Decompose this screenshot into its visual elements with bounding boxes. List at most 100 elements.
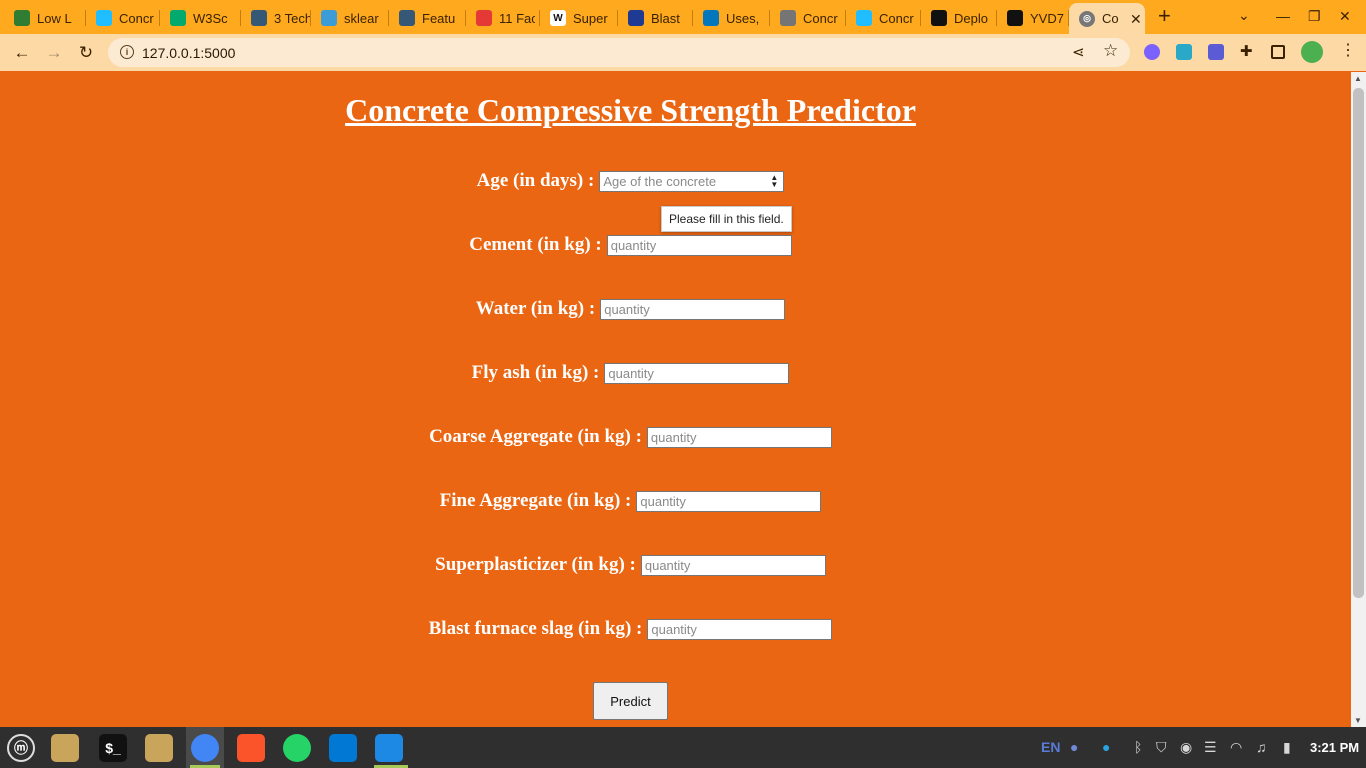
- superplasticizer-label: Superplasticizer (in kg) :: [435, 554, 636, 575]
- select-arrows-icon: ▲ ▼: [770, 172, 779, 189]
- browser-tab[interactable]: 3 Tech: [241, 6, 311, 30]
- side-panel-icon[interactable]: [1271, 45, 1285, 59]
- blast-furnace-slag-row: Blast furnace slag (in kg) :: [0, 618, 1261, 640]
- tab-title: Super: [573, 10, 608, 26]
- predict-button[interactable]: Predict: [593, 682, 668, 720]
- bookmark-star-icon[interactable]: ☆: [1103, 41, 1118, 61]
- more-menu-icon[interactable]: ⋮: [1340, 40, 1356, 59]
- language-indicator[interactable]: EN: [1041, 739, 1060, 755]
- fly-ash-label: Fly ash (in kg) :: [471, 362, 600, 383]
- browser-tab[interactable]: YVD7: [997, 6, 1069, 30]
- tab-title: 3 Tech: [274, 10, 310, 26]
- browser-tab[interactable]: W3Sc: [160, 6, 241, 30]
- clock[interactable]: 3:21 PM: [1310, 740, 1359, 755]
- tds-icon: [251, 10, 267, 26]
- globe-icon: [780, 10, 796, 26]
- browser-tab[interactable]: Concr: [86, 6, 160, 30]
- battery-icon[interactable]: ▮: [1283, 739, 1291, 756]
- water-label: Water (in kg) :: [475, 298, 596, 319]
- avatar[interactable]: [1301, 41, 1323, 63]
- wifi-icon[interactable]: ◠: [1230, 739, 1242, 756]
- tab-title: sklear: [344, 10, 379, 26]
- sklearn-icon: [321, 10, 337, 26]
- folder-icon[interactable]: [145, 734, 173, 762]
- chrome-icon[interactable]: [191, 734, 219, 762]
- bluetooth-icon[interactable]: ᛒ: [1134, 739, 1142, 755]
- scrollbar[interactable]: ▲ ▼: [1351, 72, 1366, 727]
- fine-aggregate-row: Fine Aggregate (in kg) :: [0, 490, 1261, 512]
- share-icon[interactable]: ⋖: [1072, 43, 1085, 61]
- vscode-icon[interactable]: [329, 734, 357, 762]
- superplasticizer-input[interactable]: [640, 554, 826, 576]
- intel-icon[interactable]: ◉: [1180, 739, 1192, 756]
- files-icon[interactable]: [51, 734, 79, 762]
- fine-aggregate-input[interactable]: [636, 490, 822, 512]
- age-label: Age (in days) :: [476, 170, 595, 191]
- coarse-aggregate-label: Coarse Aggregate (in kg) :: [429, 426, 642, 447]
- whatsapp-icon[interactable]: [283, 734, 311, 762]
- home-icon: [703, 10, 719, 26]
- extension-icon[interactable]: [1144, 44, 1160, 60]
- coarse-aggregate-input[interactable]: [646, 426, 832, 448]
- minimize-button[interactable]: —: [1276, 6, 1290, 26]
- scroll-up-icon[interactable]: ▲: [1354, 74, 1362, 83]
- age-row: Age (in days) : Age of the concrete ▲ ▼: [0, 170, 1261, 192]
- fly-ash-input[interactable]: [604, 362, 790, 384]
- browser-tab[interactable]: Featu: [389, 6, 466, 30]
- tab-title: Low L: [37, 10, 72, 26]
- text-editor-icon[interactable]: [375, 734, 403, 762]
- back-button[interactable]: ←: [10, 41, 34, 65]
- blast-furnace-slag-input[interactable]: [647, 618, 833, 640]
- extension-icon[interactable]: [1176, 44, 1192, 60]
- fine-aggregate-label: Fine Aggregate (in kg) :: [439, 490, 632, 511]
- tab-title: YVD7: [1030, 10, 1064, 26]
- telegram-tray-icon[interactable]: ●: [1102, 739, 1110, 755]
- browser-tab[interactable]: Uses,: [693, 6, 770, 30]
- analytics-icon: [476, 10, 492, 26]
- browser-tab[interactable]: Concr: [770, 6, 846, 30]
- close-window-button[interactable]: ✕: [1339, 6, 1351, 26]
- shield-icon[interactable]: ⛉: [1156, 739, 1167, 756]
- brave-icon[interactable]: [237, 734, 265, 762]
- reload-button[interactable]: ↻: [74, 41, 98, 65]
- new-tab-button[interactable]: +: [1158, 4, 1171, 28]
- browser-tab[interactable]: Low L: [4, 6, 86, 30]
- menu-icon[interactable]: ⓜ: [7, 734, 35, 762]
- water-input[interactable]: [600, 298, 786, 320]
- browser-tab[interactable]: W Super: [540, 6, 618, 30]
- tab-search-button[interactable]: ⌄: [1238, 7, 1250, 24]
- volume-icon[interactable]: ♫: [1256, 739, 1267, 755]
- scroll-down-icon[interactable]: ▼: [1354, 716, 1362, 725]
- cement-input[interactable]: [606, 234, 792, 256]
- address-url[interactable]: 127.0.0.1:5000: [142, 45, 235, 61]
- coarse-aggregate-row: Coarse Aggregate (in kg) :: [0, 426, 1261, 448]
- tds-icon: [399, 10, 415, 26]
- address-bar[interactable]: i 127.0.0.1:5000 ⋖ ☆: [108, 38, 1130, 67]
- taskbar: ⓜ $_ EN ● ● ᛒ ⛉ ◉ ☰ ◠ ♫ ▮ 3:21 PM: [0, 727, 1366, 768]
- maximize-button[interactable]: ❐: [1308, 6, 1321, 26]
- browser-tab[interactable]: 11 Fac: [466, 6, 540, 30]
- menu-glyph: ⓜ: [14, 740, 28, 756]
- terminal-icon[interactable]: $_: [99, 734, 127, 762]
- cement-label: Cement (in kg) :: [469, 234, 602, 255]
- notes-icon[interactable]: ☰: [1204, 739, 1217, 756]
- browser-tab[interactable]: Blast: [618, 6, 693, 30]
- puzzle-icon[interactable]: ✚: [1240, 42, 1256, 60]
- discord-tray-icon[interactable]: ●: [1070, 739, 1078, 755]
- tab-active[interactable]: ◎ Co ✕: [1069, 3, 1145, 34]
- tab-title: 11 Fac: [499, 10, 535, 26]
- info-icon[interactable]: i: [120, 45, 134, 59]
- forward-button[interactable]: →: [42, 41, 66, 65]
- validation-tooltip: Please fill in this field.: [661, 206, 792, 232]
- browser-tab[interactable]: sklear: [311, 6, 389, 30]
- tab-title: Concr: [879, 10, 914, 26]
- fly-ash-row: Fly ash (in kg) :: [0, 362, 1261, 384]
- browser-tab[interactable]: Deplo: [921, 6, 997, 30]
- browser-tab[interactable]: Concr: [846, 6, 921, 30]
- age-select[interactable]: Age of the concrete ▲ ▼: [599, 170, 785, 192]
- close-icon[interactable]: ✕: [1130, 12, 1142, 26]
- lowcode-icon: [14, 10, 30, 26]
- zoom-extension-icon[interactable]: [1208, 44, 1224, 60]
- tab-title: Uses,: [726, 10, 760, 26]
- scroll-thumb[interactable]: [1353, 88, 1364, 598]
